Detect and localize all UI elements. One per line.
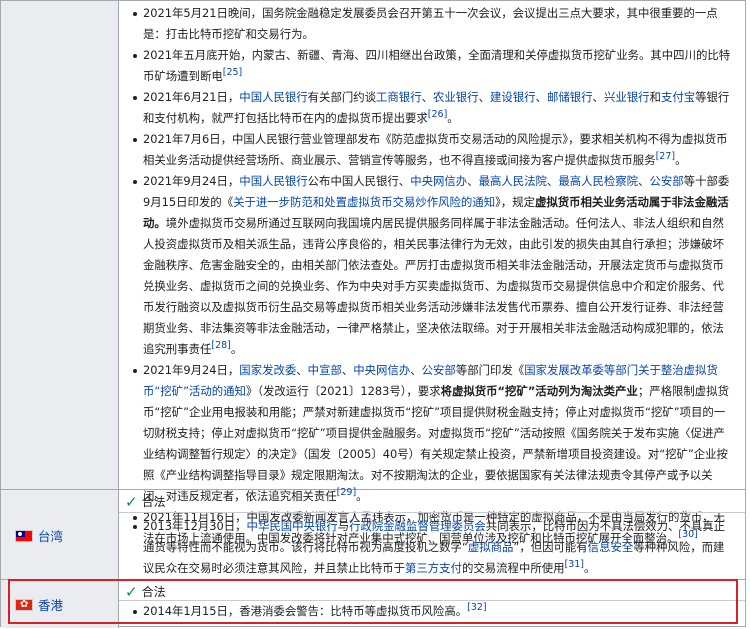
text-run: 2021年5月21日晚间，国务院金融稳定发展委员会召开第五十一次会议，会议提出三…: [143, 6, 718, 41]
wiki-link[interactable]: 中央网信办: [410, 174, 467, 188]
text-run: 、: [592, 90, 604, 104]
text-run: 2021年6月21日，: [143, 90, 240, 104]
wiki-link[interactable]: 兴业银行: [604, 90, 650, 104]
text-run: ”，但因可能有: [513, 540, 588, 554]
wiki-link[interactable]: 国家发改委: [239, 363, 296, 377]
list-item: 2021年9月24日，中国人民银行公布中国人民银行、中央网信办、最高人民法院、最…: [131, 171, 735, 360]
text-run: 与: [337, 519, 350, 533]
wiki-link[interactable]: 虚拟商品: [468, 540, 514, 554]
region-cell-taiwan: 台湾: [1, 490, 119, 579]
text-run: 2021年7月6日，中国人民银行营业管理部发布《防范虚拟货币交易活动的风险提示》…: [143, 132, 728, 167]
wiki-link[interactable]: 支付宝: [661, 90, 695, 104]
text-run: 。: [447, 111, 459, 125]
text-run: 》（发改运行〔2021〕1283号），要求: [245, 384, 441, 398]
region-cell-mainland: [1, 1, 119, 489]
wiki-link[interactable]: 关于进一步防范和处置虚拟货币交易炒作风险的通知: [233, 195, 495, 209]
legality-table: 2021年5月21日晚间，国务院金融稳定发展委员会召开第五十一次会议，会议提出三…: [0, 0, 746, 628]
text-run: 境外虚拟货币交易所通过互联网向我国境内居民提供服务同样属于非法金融活动。任何法人…: [143, 216, 724, 356]
hong-kong-highlight-box: [8, 579, 738, 624]
wiki-link[interactable]: 公安部: [649, 174, 683, 188]
text-run: 、: [546, 174, 559, 188]
text-run: 、: [478, 90, 490, 104]
legal-status-taiwan: ✓ 合法: [125, 493, 166, 510]
list-item: 2021年7月6日，中国人民银行营业管理部发布《防范虚拟货币交易活动的风险提示》…: [131, 129, 735, 171]
list-item: 2021年5月21日晚间，国务院金融稳定发展委员会召开第五十一次会议，会议提出三…: [131, 3, 735, 45]
text-run: 、: [467, 174, 479, 188]
legal-status-label: 合法: [141, 495, 166, 509]
citation-link[interactable]: [27]: [656, 151, 676, 162]
list-item: 2021年9月24日，国家发改委、中宣部、中央网信办、公安部等部门印发《国家发展…: [131, 360, 735, 507]
details-cell-taiwan: ✓ 合法 2013年12月30日，中华民国中央银行与行政院金融监督管理委员会共同…: [119, 490, 745, 579]
list-item: 2021年五月底开始，内蒙古、新疆、青海、四川相继出台政策，全面清理和关停虚拟货…: [131, 45, 735, 87]
text-run: ；严格限制虚拟货币“挖矿”企业用电报装和用能；严禁对新建虚拟货币“挖矿”项目提供…: [143, 384, 729, 503]
row-mainland-china: 2021年5月21日晚间，国务院金融稳定发展委员会召开第五十一次会议，会议提出三…: [1, 1, 745, 545]
text-run: 2021年9月24日，: [143, 363, 240, 377]
text-run: 公布中国人民银行、: [307, 174, 411, 188]
list-item: 2013年12月30日，中华民国中央银行与行政院金融监督管理委员会共同表示，比特…: [131, 516, 735, 579]
wiki-link[interactable]: 最高人民检察院: [558, 174, 638, 188]
text-run: 、: [296, 363, 308, 377]
wiki-link[interactable]: 农业银行: [433, 90, 479, 104]
wiki-link[interactable]: 公安部: [422, 363, 456, 377]
text-run: 》，规定: [495, 195, 535, 209]
divider: [119, 512, 745, 513]
bold-text: 将虚拟货币“挖矿”活动列为淘汰类产业: [440, 384, 638, 398]
wiki-link[interactable]: 中宣部: [308, 363, 342, 377]
wiki-link[interactable]: 第三方支付: [405, 561, 462, 575]
taiwan-flag-icon: [15, 529, 33, 542]
citation-link[interactable]: [28]: [211, 340, 231, 351]
row-taiwan: 台湾 ✓ 合法 2013年12月30日，中华民国中央银行与行政院金融监督管理委员…: [1, 490, 745, 580]
citation-link[interactable]: [31]: [565, 559, 585, 570]
text-run: 、: [638, 174, 650, 188]
text-run: 有关部门约谈: [307, 90, 377, 104]
text-run: 2013年12月30日，: [143, 519, 247, 533]
wiki-link[interactable]: 信息安全: [588, 540, 634, 554]
wiki-link[interactable]: 最高人民法院: [479, 174, 547, 188]
text-run: 、: [410, 363, 422, 377]
wiki-link[interactable]: 中国人民银行: [239, 90, 307, 104]
text-run: 。: [584, 561, 596, 575]
text-run: 。: [230, 342, 243, 356]
mainland-events-list: 2021年5月21日晚间，国务院金融稳定发展委员会召开第五十一次会议，会议提出三…: [131, 3, 735, 549]
text-run: 、: [341, 363, 354, 377]
taiwan-events-list: 2013年12月30日，中华民国中央银行与行政院金融监督管理委员会共同表示，比特…: [131, 516, 735, 579]
citation-link[interactable]: [25]: [223, 67, 243, 78]
region-link-taiwan[interactable]: 台湾: [38, 526, 63, 545]
text-run: 2021年9月24日，: [143, 174, 240, 188]
wiki-link[interactable]: 邮储银行: [547, 90, 593, 104]
wiki-link[interactable]: 中国人民银行: [239, 174, 307, 188]
text-run: 的交易流程中所使用: [461, 561, 565, 575]
text-run: 等部门印发《: [455, 363, 525, 377]
text-run: 。: [675, 153, 687, 167]
wiki-link[interactable]: 中华民国中央银行: [247, 519, 338, 533]
text-run: 、: [421, 90, 433, 104]
list-item: 2021年6月21日，中国人民银行有关部门约谈工商银行、农业银行、建设银行、邮储…: [131, 87, 735, 129]
wiki-link[interactable]: 建设银行: [490, 90, 536, 104]
text-run: 、: [535, 90, 547, 104]
wiki-link[interactable]: 行政院金融监督管理委员会: [349, 519, 486, 533]
wiki-link[interactable]: 工商银行: [376, 90, 422, 104]
citation-link[interactable]: [26]: [428, 109, 448, 120]
text-run: 和: [649, 90, 661, 104]
checkmark-icon: ✓: [125, 492, 138, 511]
details-cell-mainland: 2021年5月21日晚间，国务院金融稳定发展委员会召开第五十一次会议，会议提出三…: [119, 1, 745, 545]
wiki-link[interactable]: 中央网信办: [353, 363, 410, 377]
